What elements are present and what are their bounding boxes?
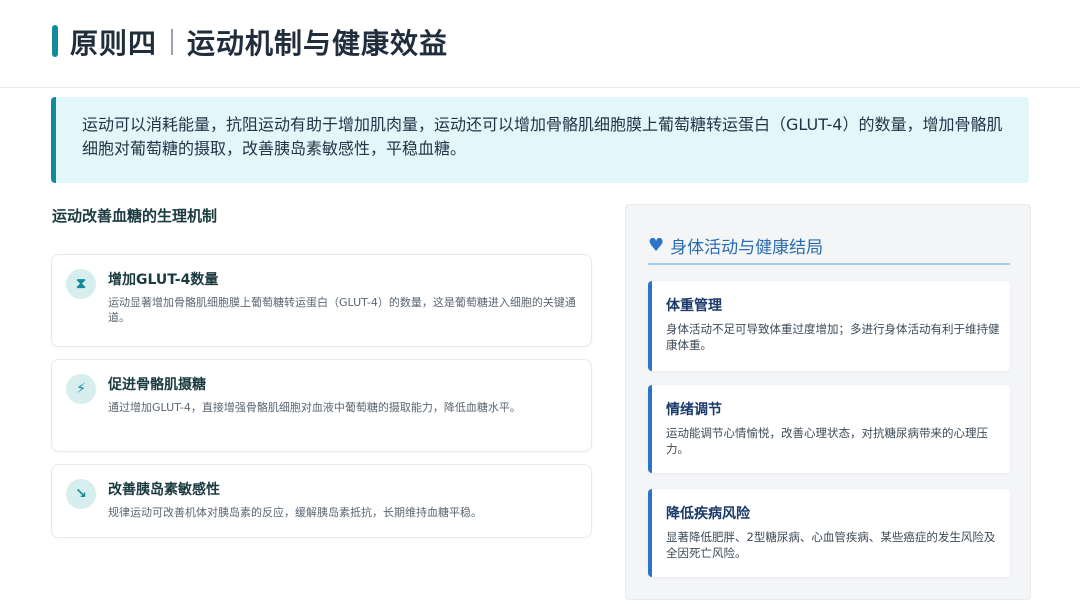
title-principle: 原则四 [70, 27, 158, 60]
hourglass-icon: ⧗ [66, 269, 96, 299]
mechanisms-section-title: 运动改善血糖的生理机制 [52, 207, 218, 225]
intro-text: 运动可以消耗能量，抗阻运动有助于增加肌肉量，运动还可以增加骨骼肌细胞膜上葡萄糖转… [82, 115, 1003, 158]
mechanism-desc: 运动显著增加骨骼肌细胞膜上葡萄糖转运蛋白（GLUT-4）的数量，这是葡萄糖进入细… [108, 296, 576, 324]
outcome-card-disease-risk: 降低疾病风险 显著降低肥胖、2型糖尿病、心血管疾病、某些癌症的发生风险及全因死亡… [648, 489, 1010, 577]
trend-down-icon: ↘ [66, 479, 96, 509]
health-outcomes-panel: ♥ 身体活动与健康结局 体重管理 身体活动不足可导致体重过度增加；多进行身体活动… [625, 204, 1031, 600]
panel-header: ♥ 身体活动与健康结局 [648, 227, 1010, 265]
mechanism-card-glut4: ⧗ 增加GLUT-4数量 运动显著增加骨骼肌细胞膜上葡萄糖转运蛋白（GLUT-4… [51, 254, 592, 347]
lightning-icon: ⚡ [66, 374, 96, 404]
mechanism-desc: 规律运动可改善机体对胰岛素的反应，缓解胰岛素抵抗，长期维持血糖平稳。 [108, 506, 482, 519]
mechanism-title: 促进骨骼肌摄糖 [108, 377, 206, 393]
panel-title: 身体活动与健康结局 [670, 237, 824, 258]
outcome-title: 降低疾病风险 [666, 506, 750, 522]
page-title: 原则四 运动机制与健康效益 [70, 22, 448, 62]
intro-callout: 运动可以消耗能量，抗阻运动有助于增加肌肉量，运动还可以增加骨骼肌细胞膜上葡萄糖转… [51, 97, 1029, 183]
outcome-card-weight: 体重管理 身体活动不足可导致体重过度增加；多进行身体活动有利于维持健康体重。 [648, 281, 1010, 371]
page-header: 原则四 运动机制与健康效益 [0, 0, 1080, 88]
mechanism-card-glucose-uptake: ⚡ 促进骨骼肌摄糖 通过增加GLUT-4，直接增强骨骼肌细胞对血液中葡萄糖的摄取… [51, 359, 592, 452]
mechanism-title: 改善胰岛素敏感性 [108, 482, 220, 498]
outcome-desc: 显著降低肥胖、2型糖尿病、心血管疾病、某些癌症的发生风险及全因死亡风险。 [666, 530, 996, 560]
title-topic: 运动机制与健康效益 [187, 27, 449, 60]
title-separator [171, 29, 174, 55]
outcome-desc: 身体活动不足可导致体重过度增加；多进行身体活动有利于维持健康体重。 [666, 322, 1000, 352]
mechanism-title: 增加GLUT-4数量 [108, 272, 219, 288]
mechanism-card-insulin-sensitivity: ↘ 改善胰岛素敏感性 规律运动可改善机体对胰岛素的反应，缓解胰岛素抵抗，长期维持… [51, 464, 592, 538]
outcome-title: 情绪调节 [666, 402, 722, 418]
outcome-desc: 运动能调节心情愉悦，改善心理状态，对抗糖尿病带来的心理压力。 [666, 426, 988, 456]
title-accent-bar [52, 25, 58, 57]
mechanism-desc: 通过增加GLUT-4，直接增强骨骼肌细胞对血液中葡萄糖的摄取能力，降低血糖水平。 [108, 401, 521, 414]
outcome-card-mood: 情绪调节 运动能调节心情愉悦，改善心理状态，对抗糖尿病带来的心理压力。 [648, 385, 1010, 473]
heartbeat-icon: ♥ [648, 234, 665, 256]
outcome-title: 体重管理 [666, 298, 722, 314]
